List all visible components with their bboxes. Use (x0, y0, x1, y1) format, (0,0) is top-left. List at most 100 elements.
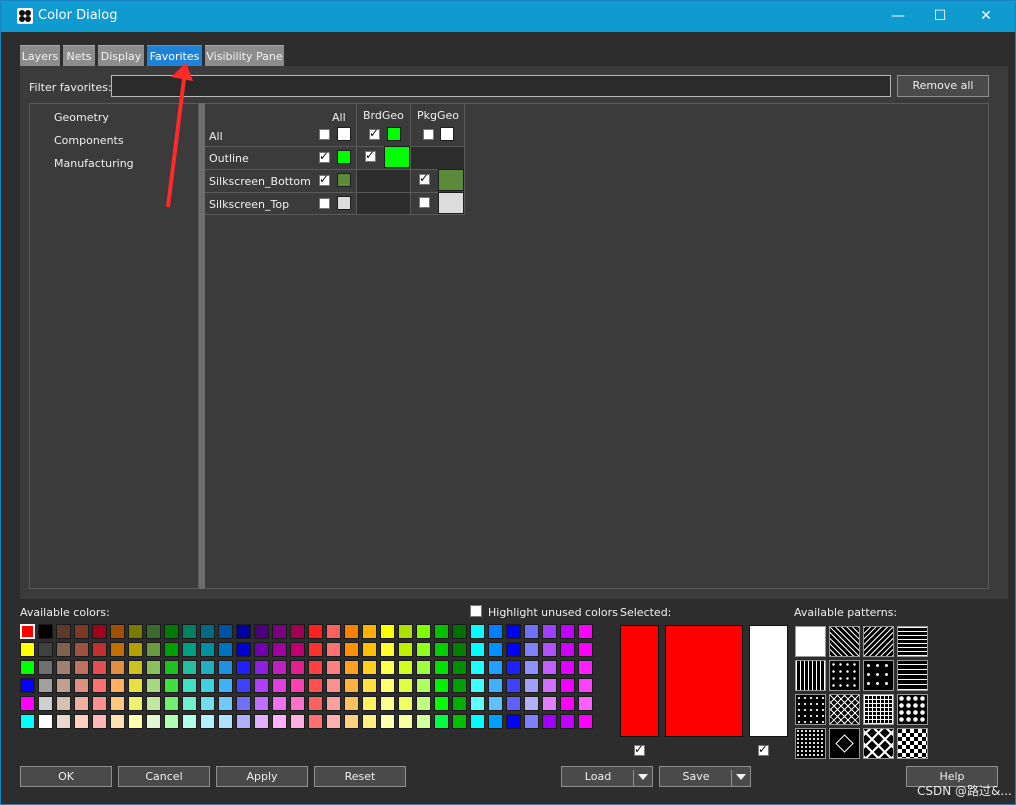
palette-color-swatch[interactable] (542, 642, 557, 657)
palette-color-swatch[interactable] (74, 678, 89, 693)
palette-color-swatch[interactable] (110, 642, 125, 657)
pattern-plus[interactable] (863, 660, 894, 691)
palette-color-swatch[interactable] (416, 696, 431, 711)
palette-color-swatch[interactable] (524, 678, 539, 693)
palette-color-swatch[interactable] (236, 696, 251, 711)
palette-color-swatch[interactable] (92, 714, 107, 729)
palette-color-swatch[interactable] (488, 678, 503, 693)
palette-color-swatch[interactable] (110, 678, 125, 693)
palette-color-swatch[interactable] (434, 642, 449, 657)
color-swatch[interactable] (438, 169, 464, 191)
palette-color-swatch[interactable] (344, 660, 359, 675)
palette-color-swatch[interactable] (236, 642, 251, 657)
palette-color-swatch[interactable] (308, 714, 323, 729)
palette-color-swatch[interactable] (434, 660, 449, 675)
load-dropdown[interactable]: Load (561, 766, 653, 787)
palette-color-swatch[interactable] (146, 642, 161, 657)
palette-color-swatch[interactable] (416, 678, 431, 693)
pattern-solid[interactable] (795, 626, 826, 657)
palette-color-swatch[interactable] (272, 624, 287, 639)
chevron-down-icon[interactable] (638, 774, 648, 780)
palette-color-swatch[interactable] (560, 642, 575, 657)
palette-color-swatch[interactable] (38, 696, 53, 711)
palette-color-swatch[interactable] (434, 714, 449, 729)
palette-color-swatch[interactable] (398, 642, 413, 657)
palette-color-swatch[interactable] (578, 624, 593, 639)
palette-color-swatch[interactable] (362, 714, 377, 729)
color-swatch[interactable] (337, 173, 351, 187)
pattern-vertical-lines[interactable] (795, 660, 826, 691)
palette-color-swatch[interactable] (308, 678, 323, 693)
palette-color-swatch[interactable] (38, 642, 53, 657)
palette-color-swatch[interactable] (398, 624, 413, 639)
palette-color-swatch[interactable] (218, 678, 233, 693)
palette-color-swatch[interactable] (20, 696, 35, 711)
color-swatch[interactable] (337, 150, 351, 164)
minimize-button[interactable]: — (875, 1, 921, 32)
tree-item-components[interactable]: Components (54, 134, 124, 147)
palette-color-swatch[interactable] (362, 624, 377, 639)
palette-color-swatch[interactable] (344, 714, 359, 729)
palette-color-swatch[interactable] (506, 642, 521, 657)
pattern-diagonal-forward[interactable] (863, 626, 894, 657)
palette-color-swatch[interactable] (488, 660, 503, 675)
palette-color-swatch[interactable] (452, 660, 467, 675)
palette-color-swatch[interactable] (20, 678, 35, 693)
palette-color-swatch[interactable] (542, 714, 557, 729)
tab-nets[interactable]: Nets (63, 45, 95, 66)
palette-color-swatch[interactable] (452, 714, 467, 729)
palette-color-swatch[interactable] (452, 678, 467, 693)
palette-color-swatch[interactable] (380, 642, 395, 657)
palette-color-swatch[interactable] (110, 696, 125, 711)
palette-color-swatch[interactable] (56, 696, 71, 711)
palette-color-swatch[interactable] (524, 642, 539, 657)
palette-color-swatch[interactable] (200, 624, 215, 639)
tab-layers[interactable]: Layers (20, 45, 60, 66)
palette-color-swatch[interactable] (326, 696, 341, 711)
palette-color-swatch[interactable] (380, 624, 395, 639)
pattern-diagonal-back[interactable] (829, 626, 860, 657)
selected-color-swatch[interactable] (620, 625, 659, 737)
palette-color-swatch[interactable] (416, 660, 431, 675)
palette-color-swatch[interactable] (56, 714, 71, 729)
palette-color-swatch[interactable] (488, 714, 503, 729)
palette-color-swatch[interactable] (326, 714, 341, 729)
palette-color-swatch[interactable] (542, 696, 557, 711)
palette-color-swatch[interactable] (362, 660, 377, 675)
palette-color-swatch[interactable] (20, 660, 35, 675)
palette-color-swatch[interactable] (128, 678, 143, 693)
palette-color-swatch[interactable] (164, 660, 179, 675)
palette-color-swatch[interactable] (524, 624, 539, 639)
palette-color-swatch[interactable] (164, 624, 179, 639)
palette-color-swatch[interactable] (506, 714, 521, 729)
close-button[interactable]: ✕ (963, 1, 1009, 32)
remove-all-button[interactable]: Remove all (897, 75, 989, 97)
palette-color-swatch[interactable] (524, 696, 539, 711)
palette-color-swatch[interactable] (146, 696, 161, 711)
palette-color-swatch[interactable] (272, 660, 287, 675)
palette-color-swatch[interactable] (110, 624, 125, 639)
palette-color-swatch[interactable] (470, 678, 485, 693)
title-bar[interactable]: Color Dialog — ☐ ✕ (1, 1, 1015, 32)
palette-color-swatch[interactable] (164, 696, 179, 711)
palette-color-swatch[interactable] (290, 642, 305, 657)
palette-color-swatch[interactable] (236, 624, 251, 639)
secondary-color-swatch[interactable] (749, 625, 788, 737)
palette-color-swatch[interactable] (398, 660, 413, 675)
palette-color-swatch[interactable] (416, 714, 431, 729)
visibility-checkbox[interactable] (419, 171, 430, 185)
palette-color-swatch[interactable] (560, 624, 575, 639)
palette-color-swatch[interactable] (290, 624, 305, 639)
palette-color-swatch[interactable] (308, 660, 323, 675)
palette-color-swatch[interactable] (74, 660, 89, 675)
palette-color-swatch[interactable] (218, 660, 233, 675)
palette-color-swatch[interactable] (452, 696, 467, 711)
palette-color-swatch[interactable] (560, 714, 575, 729)
palette-color-swatch[interactable] (128, 696, 143, 711)
palette-color-swatch[interactable] (92, 678, 107, 693)
color-swatch[interactable] (440, 127, 454, 141)
palette-color-swatch[interactable] (218, 696, 233, 711)
palette-color-swatch[interactable] (200, 696, 215, 711)
palette-color-swatch[interactable] (56, 678, 71, 693)
palette-color-swatch[interactable] (272, 642, 287, 657)
